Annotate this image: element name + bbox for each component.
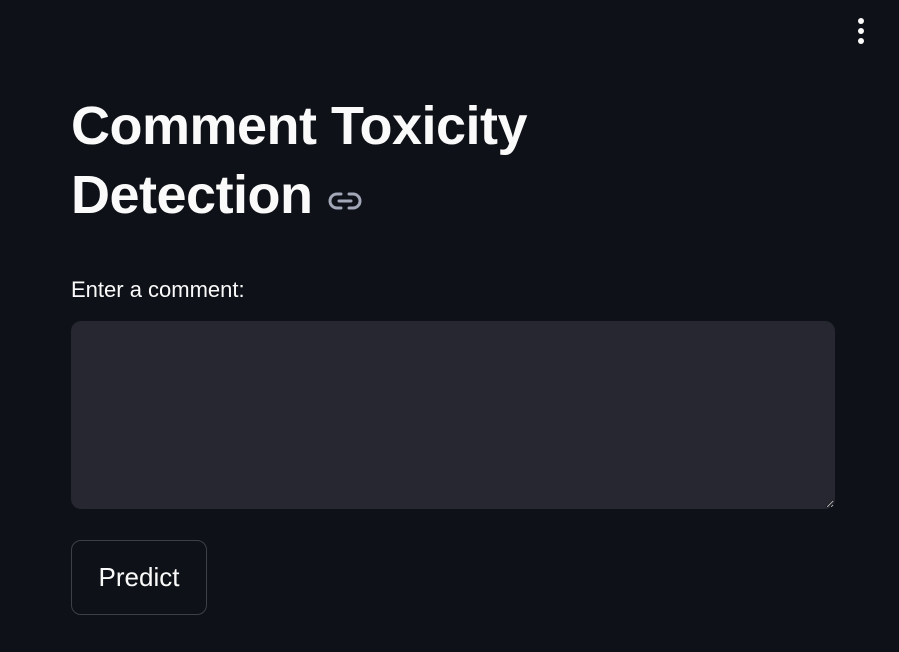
main-block: Comment Toxicity Detection Enter a comme… bbox=[71, 92, 835, 616]
page-title-text: Comment Toxicity Detection bbox=[71, 96, 528, 225]
app-root: Comment Toxicity Detection Enter a comme… bbox=[0, 0, 899, 652]
kebab-vertical-icon bbox=[858, 18, 864, 44]
page-title: Comment Toxicity Detection bbox=[71, 92, 591, 233]
comment-input-label: Enter a comment: bbox=[71, 277, 245, 303]
comment-textarea[interactable] bbox=[71, 321, 835, 510]
predict-button[interactable]: Predict bbox=[71, 540, 207, 616]
link-icon[interactable] bbox=[327, 160, 363, 229]
main-menu-button[interactable] bbox=[851, 14, 871, 48]
